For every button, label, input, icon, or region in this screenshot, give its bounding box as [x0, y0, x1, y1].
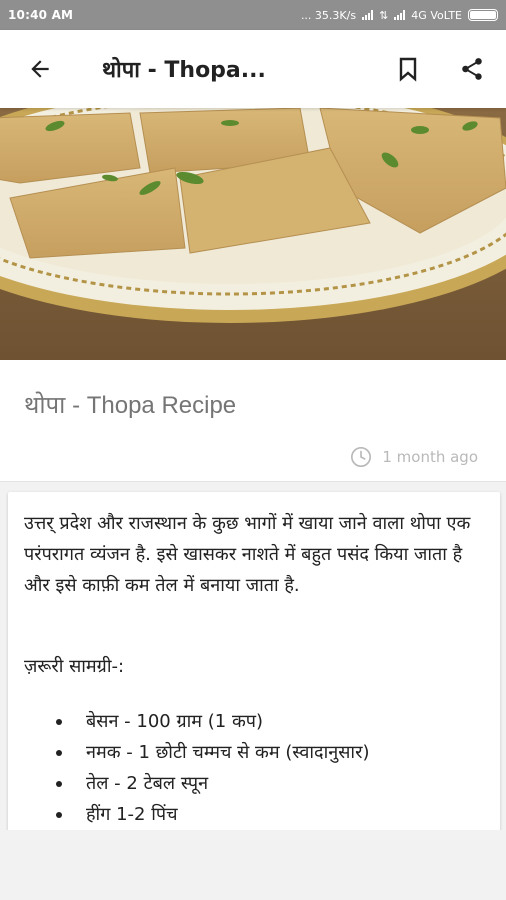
recipe-title: थोपा - Thopa Recipe: [24, 392, 237, 419]
arrow-back-icon: [31, 60, 49, 78]
network-type: 4G VoLTE: [411, 8, 462, 22]
back-button[interactable]: [20, 49, 60, 89]
ingredient-item: नमक - 1 छोटी चम्मच से कम (स्वादानुसार): [56, 737, 369, 768]
share-button[interactable]: [452, 49, 492, 89]
app-bar: थोपा - Thopa...: [0, 30, 506, 108]
battery-icon: [468, 9, 498, 21]
page-title: थोपा - Thopa...: [102, 58, 266, 83]
recipe-header-card: थोपा - Thopa Recipe 1 month ago: [0, 360, 506, 482]
bottom-area: [0, 830, 506, 900]
status-time: 10:40 AM: [8, 8, 74, 22]
network-speed: ... 35.3K/s: [300, 8, 357, 22]
signal-icon: [362, 10, 374, 20]
bookmark-button[interactable]: [388, 49, 428, 89]
clock-icon: [351, 447, 372, 467]
ingredients-list: बेसन - 100 ग्राम (1 कप) नमक - 1 छोटी चम्…: [56, 706, 369, 830]
status-indicators: ... 35.3K/s ⇅ 4G VoLTE: [301, 9, 498, 22]
ingredient-item: तेल - 2 टेबल स्पून: [56, 768, 369, 799]
recipe-intro: उत्तर् प्रदेश और राजस्थान के कुछ भागों म…: [24, 513, 471, 596]
ingredients-heading: ज़रूरी सामग्री-:: [24, 656, 125, 677]
data-arrows-icon: ⇅: [379, 8, 389, 22]
thopa-dish-image: [0, 108, 506, 360]
signal-2-icon: [394, 10, 406, 20]
status-bar: 10:40 AM ... 35.3K/s ⇅ 4G VoLTE: [0, 0, 506, 30]
ingredient-item: बेसन - 100 ग्राम (1 कप): [56, 706, 369, 737]
recipe-hero-image: [0, 108, 506, 360]
ingredient-item: हींग 1-2 पिंच: [56, 799, 369, 830]
bookmark-icon: [399, 57, 417, 82]
share-icon: [462, 58, 482, 80]
posted-time-label: 1 month ago: [382, 448, 478, 466]
posted-time: 1 month ago: [350, 446, 478, 468]
